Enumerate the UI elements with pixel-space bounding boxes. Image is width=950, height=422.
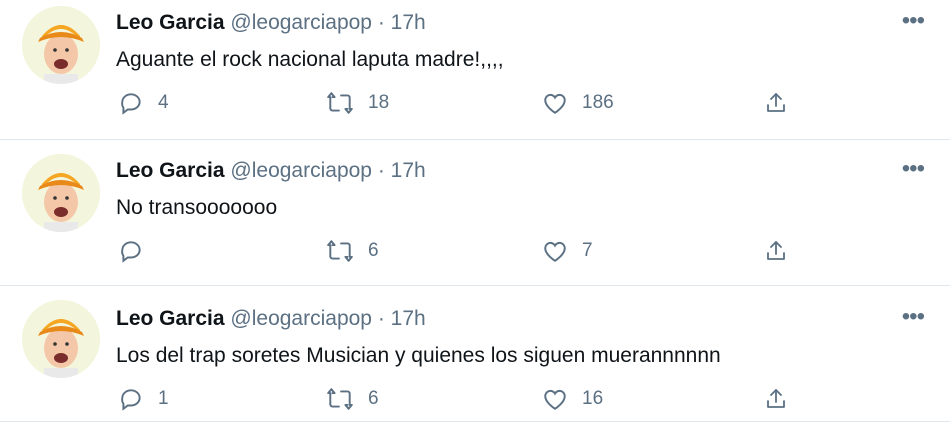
author-handle[interactable]: @leogarciapop [230, 307, 372, 330]
more-dots-icon[interactable]: ••• [902, 157, 925, 181]
retweet-button[interactable]: 18 [326, 88, 389, 118]
like-button[interactable]: 186 [542, 88, 614, 118]
author-name[interactable]: Leo Garcia [116, 11, 225, 34]
tweet-text: No transooooooo [116, 196, 278, 219]
avatar[interactable] [22, 154, 100, 232]
retweet-icon [327, 240, 353, 262]
reply-count: 4 [158, 92, 169, 113]
heart-icon [544, 389, 566, 410]
reply-button[interactable]: 1 [118, 384, 169, 414]
tweet-time[interactable]: 17h [391, 159, 426, 182]
tweet-actions: 1 6 16 [116, 384, 806, 414]
avatar[interactable] [22, 6, 100, 84]
retweet-icon [327, 388, 353, 410]
tweet[interactable]: Leo Garcia @leogarciapop · 17h ••• No tr… [0, 140, 950, 286]
retweet-count: 18 [368, 92, 390, 113]
tweet-text: Aguante el rock nacional laputa madre!,,… [116, 48, 504, 71]
more-dots-icon[interactable]: ••• [902, 9, 925, 33]
author-handle[interactable]: @leogarciapop [230, 11, 372, 34]
tweet-actions: 6 7 [116, 236, 806, 266]
tweet-actions: 4 18 186 [116, 88, 806, 118]
like-count: 7 [582, 240, 593, 261]
speech-bubble-icon [121, 389, 141, 411]
retweet-count: 6 [368, 240, 379, 261]
like-count: 186 [582, 92, 614, 113]
tweet-header: Leo Garcia @leogarciapop · 17h [116, 10, 426, 36]
tweet-time[interactable]: 17h [391, 11, 426, 34]
retweet-button[interactable]: 6 [326, 384, 379, 414]
share-button[interactable] [764, 384, 788, 414]
tweet[interactable]: Leo Garcia @leogarciapop · 17h ••• Los d… [0, 286, 950, 422]
share-icon [767, 241, 785, 260]
like-button[interactable]: 16 [542, 384, 603, 414]
speech-bubble-icon [121, 93, 141, 115]
share-icon [767, 389, 785, 408]
more-dots-icon[interactable]: ••• [902, 305, 925, 329]
reply-button[interactable]: 4 [118, 88, 169, 118]
speech-bubble-icon [121, 241, 141, 263]
tweet[interactable]: Leo Garcia @leogarciapop · 17h ••• Aguan… [0, 0, 950, 140]
separator-dot: · [377, 11, 385, 34]
tweet-time[interactable]: 17h [391, 307, 426, 330]
retweet-count: 6 [368, 388, 379, 409]
retweet-button[interactable]: 6 [326, 236, 379, 266]
separator-dot: · [377, 159, 385, 182]
author-handle[interactable]: @leogarciapop [230, 159, 372, 182]
author-name[interactable]: Leo Garcia [116, 307, 225, 330]
reply-button[interactable] [118, 236, 158, 266]
author-name[interactable]: Leo Garcia [116, 159, 225, 182]
like-button[interactable]: 7 [542, 236, 593, 266]
like-count: 16 [582, 388, 604, 409]
heart-icon [544, 241, 566, 262]
avatar[interactable] [22, 300, 100, 378]
separator-dot: · [377, 307, 385, 330]
tweet-text: Los del trap soretes Musician y quienes … [116, 344, 721, 367]
tweet-header: Leo Garcia @leogarciapop · 17h [116, 306, 426, 332]
retweet-icon [327, 92, 353, 114]
share-icon [767, 93, 785, 112]
tweet-header: Leo Garcia @leogarciapop · 17h [116, 158, 426, 184]
share-button[interactable] [764, 236, 788, 266]
share-button[interactable] [764, 88, 788, 118]
heart-icon [544, 93, 566, 114]
reply-count: 1 [158, 388, 169, 409]
